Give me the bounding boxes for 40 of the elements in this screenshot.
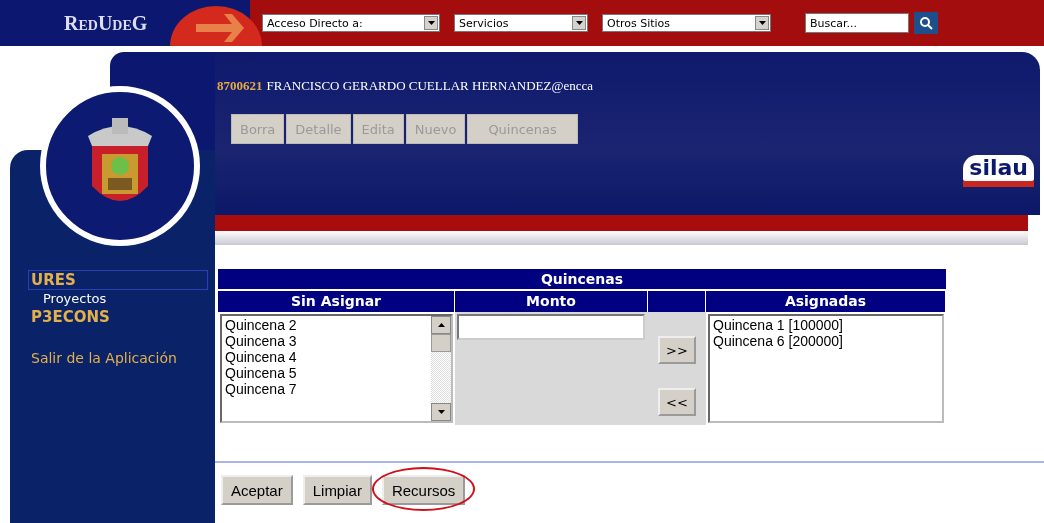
column-header: Sin Asignar [218,291,455,312]
caret-icon [437,323,445,327]
dropdown[interactable]: Acceso Directo a: [262,14,440,32]
list-box[interactable]: Quincena 1 [100000] Quincena 6 [200000] [708,314,944,423]
dropdown[interactable]: Servicios [454,14,588,32]
list-item[interactable]: Quincena 5 [225,365,428,381]
search-field[interactable]: Buscar... [805,13,909,33]
move-button[interactable]: << [658,388,696,416]
sidebar-item[interactable]: URES [28,270,208,290]
scroll-thumb[interactable] [431,334,451,352]
search-icon [919,16,933,30]
list-item[interactable]: Quincena 2 [225,317,428,333]
list-item[interactable]: Quincena 6 [200000] [713,333,939,349]
list-item[interactable]: Quincena 3 [225,333,428,349]
sidebar-item[interactable]: Salir de la Aplicación [28,349,208,367]
site-logo[interactable]: RedUdeG [0,11,170,35]
form-button[interactable]: Recursos [381,475,466,505]
form-button[interactable]: Aceptar [221,475,293,505]
table-title: Quincenas [218,269,946,289]
move-button[interactable]: >> [658,336,696,364]
form-button[interactable]: Limpiar [302,475,372,505]
list-item[interactable]: Quincena 1 [100000] [713,317,939,333]
sidebar-item[interactable]: P3ECONS [28,307,208,327]
user-line: 8700621 FRANCISCO GERARDO CUELLAR HERNANDEZ@encca [217,78,594,94]
column-header: Asignadas [706,291,946,312]
sidebar-item[interactable]: Proyectos [28,290,208,307]
list-box[interactable]: Quincena 2 Quincena 3 Quincena 4 Quincena 5 Quincena 7 [220,314,453,423]
scrollbar[interactable] [431,316,451,421]
caret-icon [575,21,583,25]
brand-logo: silau [963,155,1034,187]
list-item[interactable]: Quincena 7 [225,381,428,397]
search-button[interactable] [914,12,938,34]
amount-field[interactable] [457,314,645,340]
caret-icon [758,21,766,25]
column-header: Monto [455,291,648,312]
caret-icon [427,21,435,25]
header-cell [648,291,706,312]
dropdown[interactable]: Otros Sitios [602,14,771,32]
list-item[interactable]: Quincena 4 [225,349,428,365]
caret-icon [437,410,445,414]
